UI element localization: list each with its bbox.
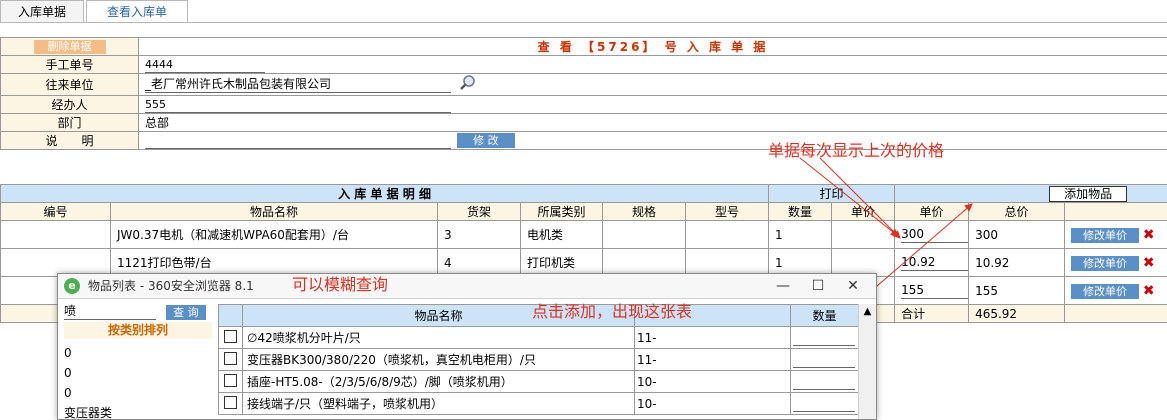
window-title: 物品列表 - 360安全浏览器 8.1 <box>88 274 254 298</box>
quantity-input[interactable] <box>793 396 855 412</box>
annotation-fuzzy-note: 可以模糊查询 <box>292 271 388 295</box>
annotation-click-note: 点击添加，出现这张表 <box>532 298 692 322</box>
row-name: 变压器BK300/380/220（喷浆机，真空机电柜用）/只 <box>243 349 635 371</box>
search-input[interactable]: 喷 <box>64 304 156 320</box>
row-checkbox[interactable] <box>219 349 243 371</box>
search-button[interactable]: 查 询 <box>166 305 206 320</box>
table-row: ∅42喷浆机分叶片/只 11- <box>219 327 859 349</box>
row-name: ∅42喷浆机分叶片/只 <box>243 327 635 349</box>
row-stock: 10- <box>635 371 791 393</box>
quantity-input[interactable] <box>793 330 855 346</box>
list-item[interactable]: 0 <box>64 343 214 363</box>
list-item[interactable]: 0 <box>64 383 214 403</box>
list-item[interactable]: 变压器类 <box>64 403 214 420</box>
window-titlebar[interactable]: e 物品列表 - 360安全浏览器 8.1 — ☐ ✕ <box>58 274 876 299</box>
arrow-price-1 <box>800 158 898 236</box>
scrollbar[interactable]: ▲ <box>858 304 876 419</box>
quantity-input[interactable] <box>793 352 855 368</box>
row-stock: 10- <box>635 393 791 415</box>
col-checkbox <box>219 305 243 327</box>
row-stock: 11- <box>635 327 791 349</box>
maximize-icon[interactable]: ☐ <box>803 276 833 296</box>
minimize-icon[interactable]: — <box>768 276 798 296</box>
row-name: 插座-HT5.08-（2/3/5/6/8/9芯）/脚（喷浆机用） <box>243 371 635 393</box>
table-row: 变压器BK300/380/220（喷浆机，真空机电柜用）/只 11- <box>219 349 859 371</box>
col-header: 数量 <box>791 305 859 327</box>
browser-icon: e <box>64 278 80 294</box>
table-row: 插座-HT5.08-（2/3/5/6/8/9芯）/脚（喷浆机用） 10- <box>219 371 859 393</box>
close-icon[interactable]: ✕ <box>838 276 868 296</box>
row-checkbox[interactable] <box>219 327 243 349</box>
row-checkbox[interactable] <box>219 393 243 415</box>
list-item[interactable]: 0 <box>64 363 214 383</box>
arrow-price-2 <box>820 158 900 238</box>
annotation-price-note: 单据每次显示上次的价格 <box>768 137 944 161</box>
row-qty-cell <box>791 371 859 393</box>
row-qty-cell <box>791 327 859 349</box>
sort-by-category[interactable]: 按类别排列 <box>64 322 212 339</box>
row-name: 接线端子/只（塑料端子，喷浆机用） <box>243 393 635 415</box>
table-row: 接线端子/只（塑料端子，喷浆机用） 10- <box>219 393 859 415</box>
row-stock: 11- <box>635 349 791 371</box>
row-qty-cell <box>791 349 859 371</box>
row-checkbox[interactable] <box>219 371 243 393</box>
left-pane: 喷 查 询 按类别排列 0 0 0 变压器类 <box>64 304 214 420</box>
item-list-window: e 物品列表 - 360安全浏览器 8.1 — ☐ ✕ 喷 查 询 按类别排列 … <box>57 273 877 420</box>
scroll-up-icon[interactable]: ▲ <box>859 304 876 320</box>
quantity-input[interactable] <box>793 374 855 390</box>
row-qty-cell <box>791 393 859 415</box>
